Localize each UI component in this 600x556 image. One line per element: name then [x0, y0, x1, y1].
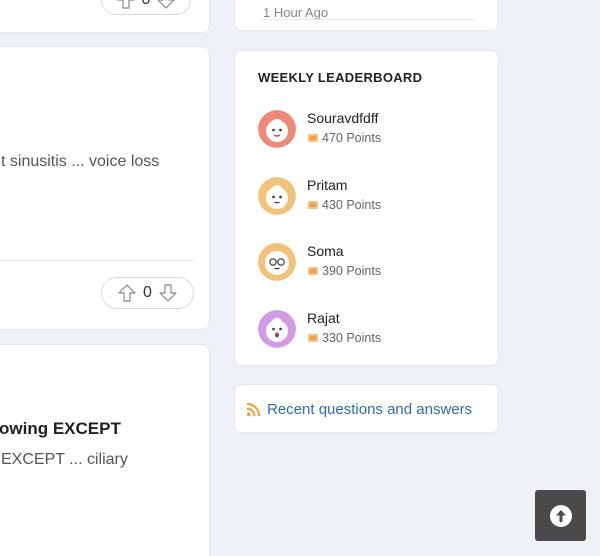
- downvote-icon[interactable]: [156, 0, 176, 10]
- vote-count: 0: [143, 284, 152, 301]
- arrow-up-circle-icon: [549, 504, 572, 527]
- question-card: t sinusitis ... voice loss 0: [0, 46, 210, 330]
- recent-timestamp: 1 Hour Ago: [263, 5, 329, 20]
- points-value: 430 Points: [322, 198, 382, 212]
- vote-pill: 0: [101, 277, 194, 309]
- points-icon: [308, 134, 318, 142]
- points-icon: [308, 267, 318, 275]
- leaderboard-name[interactable]: Souravdfdff: [307, 110, 378, 126]
- leaderboard-entry: Souravdfdff 470 Points: [258, 110, 478, 150]
- question-title[interactable]: owing EXCEPT: [0, 419, 121, 439]
- leaderboard-name[interactable]: Soma: [307, 243, 344, 259]
- leaderboard-points: 330 Points: [307, 331, 381, 345]
- scroll-to-top-button[interactable]: [535, 490, 586, 541]
- rss-icon: [246, 402, 261, 417]
- card-divider: [0, 260, 195, 261]
- recent-qa-feed-link[interactable]: Recent questions and answers: [246, 401, 472, 418]
- glasses-creature-avatar-icon: [258, 243, 296, 281]
- leaderboard-name[interactable]: Pritam: [307, 177, 347, 193]
- recent-activity-card: 1 Hour Ago: [234, 0, 499, 31]
- points-value: 470 Points: [322, 131, 382, 145]
- vote-count: 0: [142, 0, 151, 9]
- leaderboard-points: 430 Points: [307, 198, 381, 212]
- avatar[interactable]: [258, 110, 296, 148]
- creature-avatar-icon: [258, 177, 296, 215]
- points-icon: [308, 334, 318, 342]
- card-divider: [261, 19, 476, 20]
- question-card: owing EXCEPT EXCEPT ... ciliary: [0, 344, 210, 556]
- leaderboard-points: 470 Points: [307, 131, 381, 145]
- creature-avatar-icon: [258, 310, 296, 348]
- question-excerpt[interactable]: t sinusitis ... voice loss: [1, 153, 159, 171]
- feed-card: Recent questions and answers: [234, 384, 499, 433]
- avatar[interactable]: [258, 177, 296, 215]
- leaderboard-name[interactable]: Rajat: [307, 310, 340, 326]
- vote-pill: 0: [101, 0, 191, 15]
- points-value: 330 Points: [322, 331, 382, 345]
- points-value: 390 Points: [322, 264, 382, 278]
- leaderboard-entry: Rajat 330 Points: [258, 310, 478, 350]
- avatar[interactable]: [258, 310, 296, 348]
- leaderboard-entry: Soma 390 Points: [258, 243, 478, 283]
- creature-avatar-icon: [258, 110, 296, 148]
- downvote-icon[interactable]: [158, 283, 178, 303]
- question-card: 0: [0, 0, 210, 33]
- points-icon: [308, 201, 318, 209]
- weekly-leaderboard: WEEKLY LEADERBOARD Souravdfdff 470 Point…: [234, 50, 499, 366]
- upvote-icon[interactable]: [117, 283, 137, 303]
- leaderboard-title: WEEKLY LEADERBOARD: [258, 70, 423, 85]
- upvote-icon[interactable]: [116, 0, 136, 10]
- leaderboard-points: 390 Points: [307, 264, 381, 278]
- feed-label: Recent questions and answers: [267, 401, 473, 418]
- leaderboard-entry: Pritam 430 Points: [258, 177, 478, 217]
- avatar[interactable]: [258, 243, 296, 281]
- question-excerpt[interactable]: EXCEPT ... ciliary: [1, 451, 128, 469]
